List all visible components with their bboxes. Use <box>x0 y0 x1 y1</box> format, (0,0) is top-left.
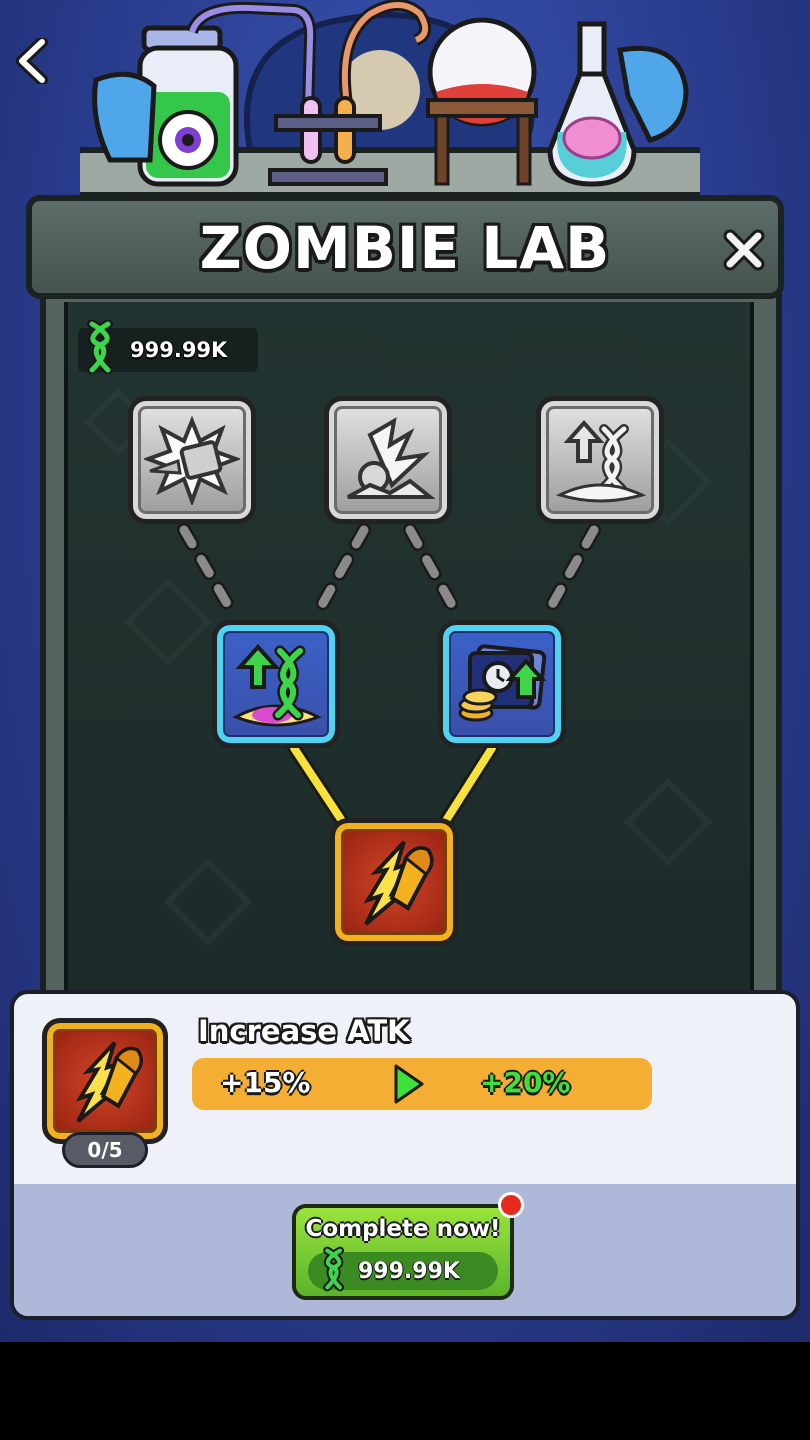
selected-skill-icon <box>42 1018 168 1144</box>
explosion-bullet-icon <box>144 415 240 505</box>
stat-current-value: +15% <box>220 1066 311 1099</box>
dna-upgrade-icon <box>232 644 322 727</box>
complete-cost: 999.99K <box>308 1246 498 1292</box>
timer-coins-icon <box>458 644 547 722</box>
skill-name: Increase ATK <box>198 1014 410 1048</box>
skill-node-dna-boost-locked[interactable] <box>536 396 664 524</box>
skill-node-lightning-crash[interactable] <box>324 396 452 524</box>
complete-now-button[interactable]: Complete now! 999.99K <box>292 1204 514 1300</box>
play-arrow-icon <box>394 1064 424 1104</box>
game-screen: ZOMBIE LAB 999.99K 0/5 Increase ATK +15%… <box>0 0 810 1342</box>
dna-upgrade-icon <box>555 419 647 503</box>
skill-node-time-coins[interactable] <box>438 620 566 748</box>
bottom-bar <box>0 1342 810 1440</box>
skill-node-atk-bullet[interactable] <box>330 818 458 946</box>
bullet-icon <box>363 840 434 926</box>
complete-now-label: Complete now! <box>305 1216 501 1242</box>
skill-level-badge: 0/5 <box>62 1132 148 1168</box>
stat-next-value: +20% <box>480 1066 571 1099</box>
bullet-icon <box>75 1041 143 1123</box>
notification-dot <box>498 1192 524 1218</box>
skill-node-dna-boost[interactable] <box>212 620 340 748</box>
skill-node-bullet-impact[interactable] <box>128 396 256 524</box>
complete-cost-amount: 999.99K <box>358 1258 460 1284</box>
dna-icon <box>323 1246 344 1292</box>
lightning-timer-icon <box>347 417 436 499</box>
